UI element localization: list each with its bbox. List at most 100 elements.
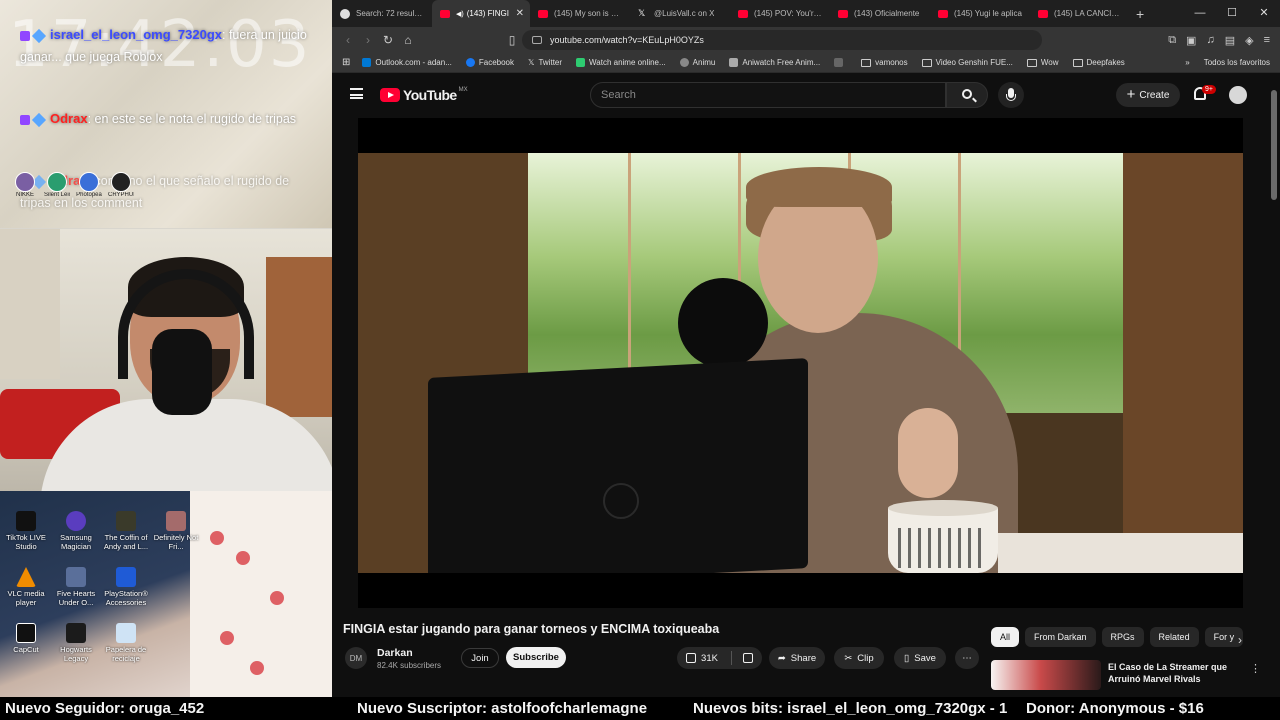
channel-name[interactable]: Darkan xyxy=(377,647,413,659)
desktop-icon-recycle-bin[interactable]: Papelera de reciclaje xyxy=(100,623,152,663)
diamond-badge-icon xyxy=(31,112,47,127)
join-button[interactable]: Join xyxy=(461,648,499,668)
channel-avatar[interactable]: DM xyxy=(345,647,367,669)
page-scrollbar[interactable] xyxy=(1271,90,1277,200)
clip-button[interactable]: ✂ Clip xyxy=(834,647,884,669)
diamond-badge-icon xyxy=(31,28,47,43)
folder-icon xyxy=(1072,58,1083,67)
chip-related[interactable]: Related xyxy=(1149,627,1199,647)
bookmark-folder-vamonos[interactable]: vamonos xyxy=(861,58,908,67)
site-info-icon xyxy=(532,36,542,44)
bookmark-icon: ▯ xyxy=(904,652,910,664)
search-input[interactable]: Search xyxy=(590,82,946,108)
bookmark-folder-wow[interactable]: Wow xyxy=(1026,58,1059,67)
chevron-right-icon[interactable]: › xyxy=(1238,633,1242,647)
home-icon[interactable]: ⌂ xyxy=(398,33,418,47)
desktop-icon-five-hearts[interactable]: Five Hearts Under O... xyxy=(50,567,102,607)
video-player[interactable] xyxy=(358,118,1243,608)
bookmark-all-favorites[interactable]: » Todos los favoritos xyxy=(1185,58,1270,67)
close-tab-icon[interactable]: ✕ xyxy=(516,8,524,19)
menu-icon[interactable]: ≡ xyxy=(1264,34,1270,46)
window-controls: — ☐ ✕ xyxy=(1184,0,1280,27)
like-dislike-group: 31K xyxy=(677,647,762,669)
webcam-feed xyxy=(0,229,332,491)
x-icon: 𝕏 xyxy=(638,8,646,18)
back-icon[interactable]: ‹ xyxy=(338,33,358,47)
folder-icon xyxy=(1026,58,1037,67)
media-icon[interactable]: ♫ xyxy=(1206,34,1214,46)
extensions-icon[interactable]: ⧉ xyxy=(1168,34,1176,47)
desktop-icon-coffin[interactable]: The Coffin of Andy and L... xyxy=(100,511,152,551)
url-input[interactable]: youtube.com/watch?v=KEuLpH0OYZs xyxy=(522,30,1042,50)
bookmark-folder-deepfakes[interactable]: Deepfakes xyxy=(1072,58,1125,67)
recommendation-chips: All From Darkan RPGs Related For y xyxy=(991,627,1244,647)
youtube-header: YouTube MX Search + Create 9+ xyxy=(332,73,1280,117)
bookmark-folder-genshin[interactable]: Video Genshin FUE... xyxy=(921,58,1013,67)
more-vert-icon[interactable]: ⋮ xyxy=(1250,662,1261,675)
tab-youtube[interactable]: (145) My son is a T xyxy=(530,0,630,27)
ticker-bits: Nuevos bits: israel_el_leon_omg_7320gx -… xyxy=(693,700,1008,717)
sidebar-icon[interactable]: ▣ xyxy=(1186,34,1196,47)
apps-grid-icon[interactable]: ⊞ xyxy=(342,57,350,68)
reload-icon[interactable]: ↻ xyxy=(378,33,398,47)
desktop-icon-tiktok[interactable]: TikTok LIVE Studio xyxy=(0,511,52,551)
maximize-icon[interactable]: ☐ xyxy=(1216,0,1248,27)
more-actions-icon[interactable]: ⋯ xyxy=(955,647,979,669)
bookmark-unnamed[interactable] xyxy=(834,58,847,67)
search-button[interactable] xyxy=(946,82,988,108)
subscriber-badge-icon xyxy=(20,114,30,125)
desktop-icon-vlc[interactable]: VLC media player xyxy=(0,567,52,607)
stream-overlay: 17:42:03 israel_el_leon_omg_7320gx: fuer… xyxy=(0,0,332,697)
youtube-logo[interactable]: YouTube MX xyxy=(380,87,468,103)
new-tab-button[interactable]: + xyxy=(1136,6,1144,22)
tab-youtube[interactable]: (145) Yugi le aplica xyxy=(930,0,1030,27)
account-avatar[interactable] xyxy=(1229,86,1247,104)
bookmark-outlook[interactable]: Outlook.com - adan... xyxy=(362,58,452,67)
close-window-icon[interactable]: ✕ xyxy=(1248,0,1280,27)
recommended-video-title[interactable]: El Caso de La Streamer que Arruinó Marve… xyxy=(1108,661,1238,685)
subscribe-button[interactable]: Subscribe xyxy=(506,647,566,668)
bookmark-twitter[interactable]: 𝕏 Twitter xyxy=(528,58,562,67)
desktop-icon-hogwarts[interactable]: Hogwarts Legacy xyxy=(50,623,102,663)
thumbs-down-icon[interactable] xyxy=(742,653,753,663)
desktop-icon-playstation[interactable]: PlayStation® Accessories xyxy=(100,567,152,607)
bookmarks-bar: ⊞ Outlook.com - adan... Facebook 𝕏 Twitte… xyxy=(332,53,1280,73)
bookmark-animu[interactable]: Animu xyxy=(679,58,715,67)
folder-icon xyxy=(861,58,872,67)
wallet-icon[interactable]: ▤ xyxy=(1225,34,1235,47)
save-button[interactable]: ▯ Save xyxy=(894,647,946,669)
hamburger-menu-icon[interactable] xyxy=(350,88,363,99)
forward-icon[interactable]: › xyxy=(358,33,378,47)
tab-active-video[interactable]: ◀) (143) FINGI ✕ xyxy=(432,0,530,27)
desktop-icon-definitely[interactable]: Definitely Not Fri... xyxy=(150,511,202,551)
tab-x[interactable]: 𝕏 @LuisVall.ᴄ on X xyxy=(630,0,730,27)
bookmark-anime[interactable]: Watch anime online... xyxy=(576,58,666,67)
like-button[interactable]: 31K xyxy=(686,653,718,664)
chip-all[interactable]: All xyxy=(991,627,1020,647)
bookmark-facebook[interactable]: Facebook xyxy=(465,58,514,67)
share-button[interactable]: ➦ Share xyxy=(769,647,825,669)
desktop-icon-samsung-magician[interactable]: Samsung Magician xyxy=(50,511,102,551)
minimize-icon[interactable]: — xyxy=(1184,0,1216,27)
address-bar-row: ‹ › ↻ ⌂ ▯ youtube.com/watch?v=KEuLpH0OYZ… xyxy=(332,27,1280,53)
speaker-icon: ◀) xyxy=(456,10,464,18)
search-icon xyxy=(962,89,972,99)
tab-youtube[interactable]: (145) LA CANCIÓN xyxy=(1030,0,1130,27)
desktop-icon-capcut[interactable]: CapCut xyxy=(0,623,52,654)
browser-window: Search: 72 results f ◀) (143) FINGI ✕ (145… xyxy=(332,0,1280,697)
microphone-icon xyxy=(152,329,212,415)
tab-search[interactable]: Search: 72 results f xyxy=(332,0,432,27)
bookmark-icon[interactable]: ▯ xyxy=(502,33,522,47)
vpn-icon[interactable]: ◈ xyxy=(1245,34,1253,47)
video-title: FINGIA estar jugando para ganar torneos … xyxy=(343,622,720,636)
youtube-icon xyxy=(1038,9,1048,18)
tab-youtube[interactable]: (143) Oficialmente xyxy=(830,0,930,27)
create-button[interactable]: + Create xyxy=(1116,83,1180,107)
bookmark-aniwatch[interactable]: Aniwatch Free Anim... xyxy=(729,58,820,67)
chip-from-channel[interactable]: From Darkan xyxy=(1025,627,1096,647)
recommended-video-thumbnail[interactable] xyxy=(991,660,1101,690)
tab-youtube[interactable]: (145) POV: You're a xyxy=(730,0,830,27)
stream-ticker: Nuevo Seguidor: oruga_452 Nuevo Suscript… xyxy=(0,697,1280,720)
chip-rpgs[interactable]: RPGs xyxy=(1101,627,1144,647)
voice-search-button[interactable] xyxy=(998,82,1024,108)
